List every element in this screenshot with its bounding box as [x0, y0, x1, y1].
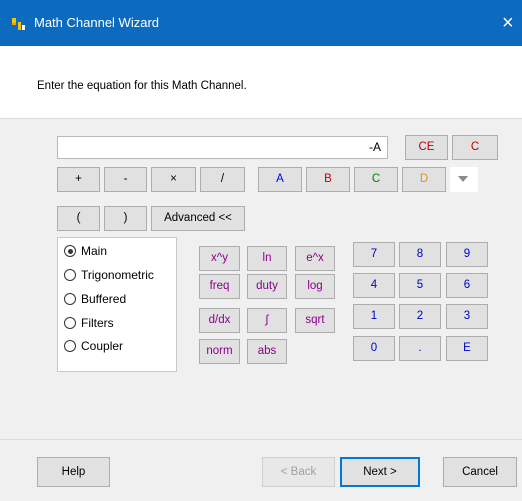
digit-7-button[interactable]: 7 [353, 242, 395, 267]
category-label: Buffered [81, 292, 127, 306]
equation-input[interactable]: -A [57, 136, 388, 159]
log-button[interactable]: log [295, 274, 335, 299]
advanced-toggle-button[interactable]: Advanced << [151, 206, 245, 231]
category-label: Coupler [81, 339, 124, 353]
power-button[interactable]: x^y [199, 246, 240, 271]
digit-8-button[interactable]: 8 [399, 242, 441, 267]
abs-button[interactable]: abs [247, 339, 287, 364]
digit-2-button[interactable]: 2 [399, 304, 441, 329]
category-label: Filters [81, 316, 114, 330]
exp-button[interactable]: e^x [295, 246, 335, 271]
category-label: Main [81, 244, 108, 258]
category-filters[interactable]: Filters [64, 314, 114, 332]
channel-c-button[interactable]: C [354, 167, 398, 192]
channel-dropdown-icon[interactable] [450, 167, 478, 192]
category-buffered[interactable]: Buffered [64, 290, 126, 308]
category-main[interactable]: Main [64, 242, 107, 260]
radio-checked-icon [64, 245, 76, 257]
digit-5-button[interactable]: 5 [399, 273, 441, 298]
minus-button[interactable]: - [104, 167, 147, 192]
sqrt-button[interactable]: sqrt [295, 308, 335, 333]
cancel-button[interactable]: Cancel [443, 457, 517, 487]
radio-unchecked-icon [64, 317, 76, 329]
close-icon[interactable]: × [500, 8, 522, 38]
instruction-area: Enter the equation for this Math Channel… [0, 46, 522, 118]
category-trigonometric[interactable]: Trigonometric [64, 266, 154, 284]
channel-a-button[interactable]: A [258, 167, 302, 192]
plus-button[interactable]: + [57, 167, 100, 192]
digit-0-button[interactable]: 0 [353, 336, 395, 361]
digit-6-button[interactable]: 6 [446, 273, 488, 298]
back-button[interactable]: < Back [262, 457, 335, 487]
instruction-text: Enter the equation for this Math Channel… [37, 80, 247, 92]
category-list: Main Trigonometric Buffered Filters Coup… [57, 237, 177, 372]
window-title: Math Channel Wizard [34, 15, 159, 30]
digit-1-button[interactable]: 1 [353, 304, 395, 329]
freq-button[interactable]: freq [199, 274, 240, 299]
title-bar: Math Channel Wizard × [0, 0, 522, 46]
multiply-button[interactable]: × [151, 167, 196, 192]
open-paren-button[interactable]: ( [57, 206, 100, 231]
derivative-button[interactable]: d/dx [199, 308, 240, 333]
radio-unchecked-icon [64, 340, 76, 352]
radio-unchecked-icon [64, 269, 76, 281]
category-label: Trigonometric [81, 268, 154, 282]
ln-button[interactable]: ln [247, 246, 287, 271]
duty-button[interactable]: duty [247, 274, 287, 299]
next-button[interactable]: Next > [340, 457, 420, 487]
digit-9-button[interactable]: 9 [446, 242, 488, 267]
exponent-e-button[interactable]: E [446, 336, 488, 361]
channel-b-button[interactable]: B [306, 167, 350, 192]
clear-entry-button[interactable]: CE [405, 135, 448, 160]
decimal-point-button[interactable]: . [399, 336, 441, 361]
divide-button[interactable]: / [200, 167, 245, 192]
math-channel-icon [12, 18, 25, 30]
clear-button[interactable]: C [452, 135, 498, 160]
digit-3-button[interactable]: 3 [446, 304, 488, 329]
integral-button[interactable]: ∫ [247, 308, 287, 333]
digit-4-button[interactable]: 4 [353, 273, 395, 298]
category-coupler[interactable]: Coupler [64, 337, 123, 355]
help-button[interactable]: Help [37, 457, 110, 487]
radio-unchecked-icon [64, 293, 76, 305]
channel-d-button[interactable]: D [402, 167, 446, 192]
close-paren-button[interactable]: ) [104, 206, 147, 231]
norm-button[interactable]: norm [199, 339, 240, 364]
